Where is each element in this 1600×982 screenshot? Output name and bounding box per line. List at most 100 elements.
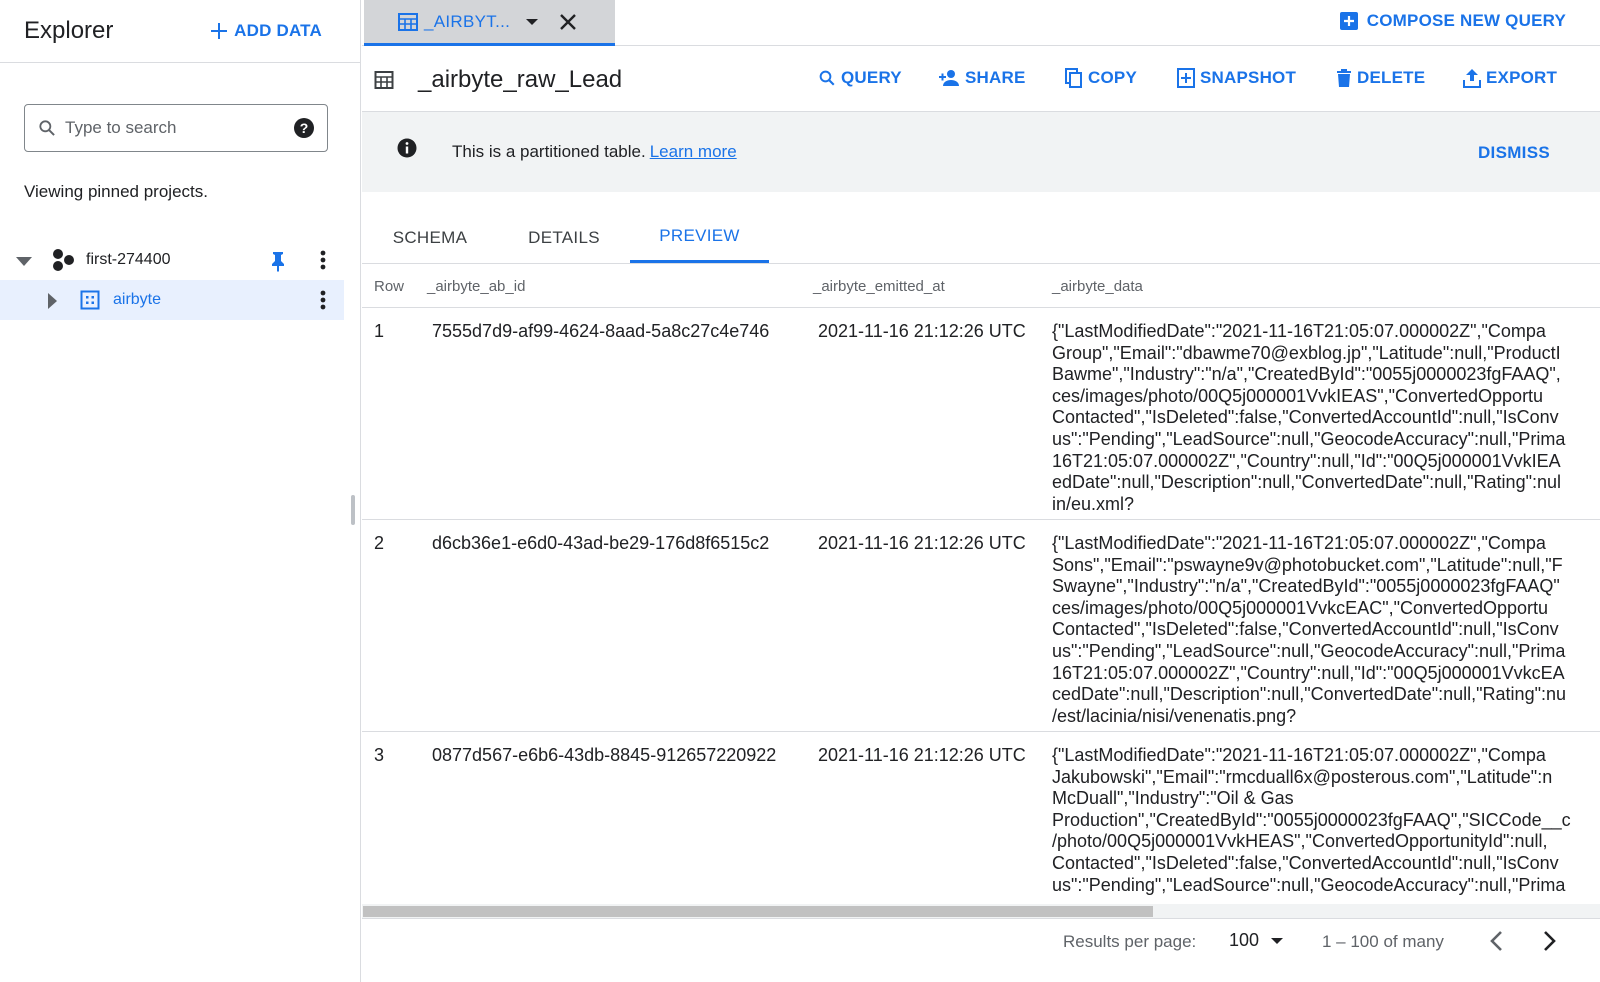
- snapshot-label: SNAPSHOT: [1200, 68, 1297, 87]
- snapshot-button[interactable]: SNAPSHOT: [1177, 68, 1296, 88]
- copy-icon: [1065, 68, 1082, 88]
- delete-button[interactable]: DELETE: [1336, 68, 1425, 88]
- export-icon: [1463, 69, 1481, 88]
- cell-ab-id: 0877d567-e6b6-43db-8845-912657220922: [432, 745, 777, 765]
- data-line: {"LastModifiedDate":"2021-11-16T21:05:07…: [1052, 533, 1546, 553]
- data-line: Swayne","Industry":"n/a","CreatedById":"…: [1052, 576, 1560, 597]
- data-line: Contacted","IsDeleted":false,"ConvertedA…: [1052, 852, 1559, 873]
- chevron-right-icon[interactable]: [1543, 930, 1557, 952]
- tab-preview[interactable]: PREVIEW: [630, 212, 769, 263]
- person-add-icon: [939, 70, 959, 86]
- share-button[interactable]: SHARE: [938, 68, 1026, 88]
- snapshot-icon: [1177, 68, 1195, 88]
- cell-data: {"LastModifiedDate":"2021-11-16T21:05:07…: [1052, 321, 1565, 515]
- compose-new-query-button[interactable]: COMPOSE NEW QUERY: [1339, 11, 1566, 31]
- cell-emitted-at: 2021-11-16 21:12:26 UTC: [818, 745, 1026, 765]
- data-line: in/eu.xml?: [1052, 493, 1135, 514]
- caret-down-icon[interactable]: [15, 255, 33, 267]
- table-row: 1 7555d7d9-af99-4624-8aad-5a8c27c4e746 2…: [362, 308, 1600, 520]
- data-line: McDuall","Industry":"Oil & Gas: [1052, 788, 1294, 809]
- cell-row-number: 1: [374, 321, 385, 341]
- cell-emitted-at: 2021-11-16 21:12:26 UTC: [818, 533, 1026, 553]
- plus-icon: [211, 23, 228, 39]
- data-line: cedDate":null,"Description":null,"Conver…: [1052, 684, 1566, 705]
- column-header-row: Row: [374, 278, 405, 295]
- explorer-header: Explorer ADD DATA: [0, 0, 360, 63]
- panel-resize-handle[interactable]: [351, 495, 355, 525]
- table-icon: [398, 12, 418, 31]
- data-line: 16T21:05:07.000002Z","Country":null,"Id"…: [1052, 662, 1565, 683]
- table-row: 2 d6cb36e1-e6d0-43ad-be29-176d8f6515c2 2…: [362, 520, 1600, 732]
- table-row: 3 0877d567-e6b6-43db-8845-912657220922 2…: [362, 732, 1600, 904]
- dropdown-arrow-icon[interactable]: [526, 18, 539, 26]
- dataset-name: airbyte: [113, 291, 162, 308]
- data-line: {"LastModifiedDate":"2021-11-16T21:05:07…: [1052, 321, 1546, 341]
- tree-item-dataset[interactable]: airbyte: [0, 280, 344, 320]
- search-input[interactable]: Type to search ?: [24, 104, 328, 152]
- help-icon[interactable]: ?: [293, 117, 315, 139]
- editor-tab-bar: _AIRBYT... COMPOSE NEW QUERY: [362, 0, 1600, 46]
- data-line: Production","CreatedById":"0055j0000023f…: [1052, 809, 1571, 830]
- data-line: edDate":null,"Description":null,"Convert…: [1052, 472, 1561, 493]
- copy-label: COPY: [1088, 68, 1137, 87]
- copy-button[interactable]: COPY: [1065, 68, 1137, 88]
- export-button[interactable]: EXPORT: [1463, 68, 1557, 88]
- add-data-button[interactable]: ADD DATA: [210, 21, 322, 41]
- svg-text:?: ?: [300, 120, 309, 136]
- search-icon: [39, 120, 55, 136]
- compose-label: COMPOSE NEW QUERY: [1366, 11, 1566, 30]
- data-line: Sons","Email":"pswayne9v@photobucket.com…: [1052, 554, 1563, 575]
- data-line: 16T21:05:07.000002Z","Country":null,"Id"…: [1052, 450, 1561, 471]
- trash-icon: [1337, 69, 1351, 87]
- results-per-page-label: Results per page:: [1063, 932, 1197, 951]
- more-vert-icon[interactable]: [316, 249, 330, 271]
- data-line: ces/images/photo/00Q5j000001VvkIEAS","Co…: [1052, 385, 1544, 406]
- column-header-ab-id: _airbyte_ab_id: [427, 278, 526, 295]
- tab-schema[interactable]: SCHEMA: [376, 212, 484, 263]
- tree-item-project[interactable]: first-274400: [0, 240, 344, 280]
- more-vert-icon[interactable]: [316, 289, 330, 311]
- data-line: Contacted","IsDeleted":false,"ConvertedA…: [1052, 407, 1559, 428]
- tab-airbyte-raw-lead[interactable]: _AIRBYT...: [364, 0, 615, 46]
- pin-icon[interactable]: [268, 250, 288, 272]
- chevron-left-icon[interactable]: [1489, 930, 1503, 952]
- data-line: /photo/00Q5j000001VvkHEAS","ConvertedOpp…: [1052, 831, 1548, 852]
- data-line: us":"Pending","LeadSource":null,"Geocode…: [1052, 428, 1566, 449]
- per-page-select[interactable]: 100: [1229, 930, 1284, 951]
- horizontal-scrollbar[interactable]: [362, 904, 1600, 918]
- explorer-title: Explorer: [24, 17, 114, 44]
- table-icon: [374, 71, 394, 89]
- cell-emitted-at: 2021-11-16 21:12:26 UTC: [818, 321, 1026, 341]
- dataset-icon: [80, 290, 100, 310]
- tab-details[interactable]: DETAILS: [510, 212, 618, 263]
- data-line: /est/lacinia/nisi/venenatis.png?: [1052, 705, 1297, 726]
- cell-row-number: 2: [374, 533, 385, 553]
- caret-right-icon[interactable]: [46, 292, 58, 310]
- cell-ab-id: 7555d7d9-af99-4624-8aad-5a8c27c4e746: [432, 321, 770, 341]
- table-title: _airbyte_raw_Lead: [418, 66, 623, 93]
- share-label: SHARE: [965, 68, 1026, 87]
- dismiss-button[interactable]: DISMISS: [1478, 143, 1550, 163]
- close-icon[interactable]: [558, 12, 578, 32]
- data-line: {"LastModifiedDate":"2021-11-16T21:05:07…: [1052, 745, 1546, 765]
- data-line: Group","Email":"dbawme70@exblog.jp","Lat…: [1052, 342, 1561, 363]
- banner-message: This is a partitioned table.: [452, 142, 646, 161]
- explorer-panel: Explorer ADD DATA Type to search ? Viewi…: [0, 0, 361, 982]
- data-line: ces/images/photo/00Q5j000001VvkcEAC","Co…: [1052, 597, 1549, 618]
- learn-more-link[interactable]: Learn more: [650, 142, 737, 161]
- tab-label: _AIRBYT...: [424, 11, 511, 31]
- cell-data: {"LastModifiedDate":"2021-11-16T21:05:07…: [1052, 745, 1571, 896]
- query-button[interactable]: QUERY: [818, 68, 902, 88]
- data-line: Bawme","Industry":"n/a","CreatedById":"0…: [1052, 364, 1561, 385]
- info-icon: [397, 138, 417, 158]
- scrollbar-thumb[interactable]: [363, 906, 1153, 917]
- query-label: QUERY: [841, 68, 902, 87]
- partition-banner: This is a partitioned table. Learn more D…: [362, 112, 1600, 192]
- cell-row-number: 3: [374, 745, 385, 765]
- page-range: 1 – 100 of many: [1322, 932, 1444, 951]
- project-name: first-274400: [86, 251, 171, 268]
- search-icon: [819, 70, 835, 86]
- table-header-row: Row _airbyte_ab_id _airbyte_emitted_at _…: [362, 264, 1600, 308]
- banner-text: This is a partitioned table. Learn more: [452, 142, 737, 162]
- data-line: Jakubowski","Email":"rmcduall6x@posterou…: [1052, 766, 1553, 787]
